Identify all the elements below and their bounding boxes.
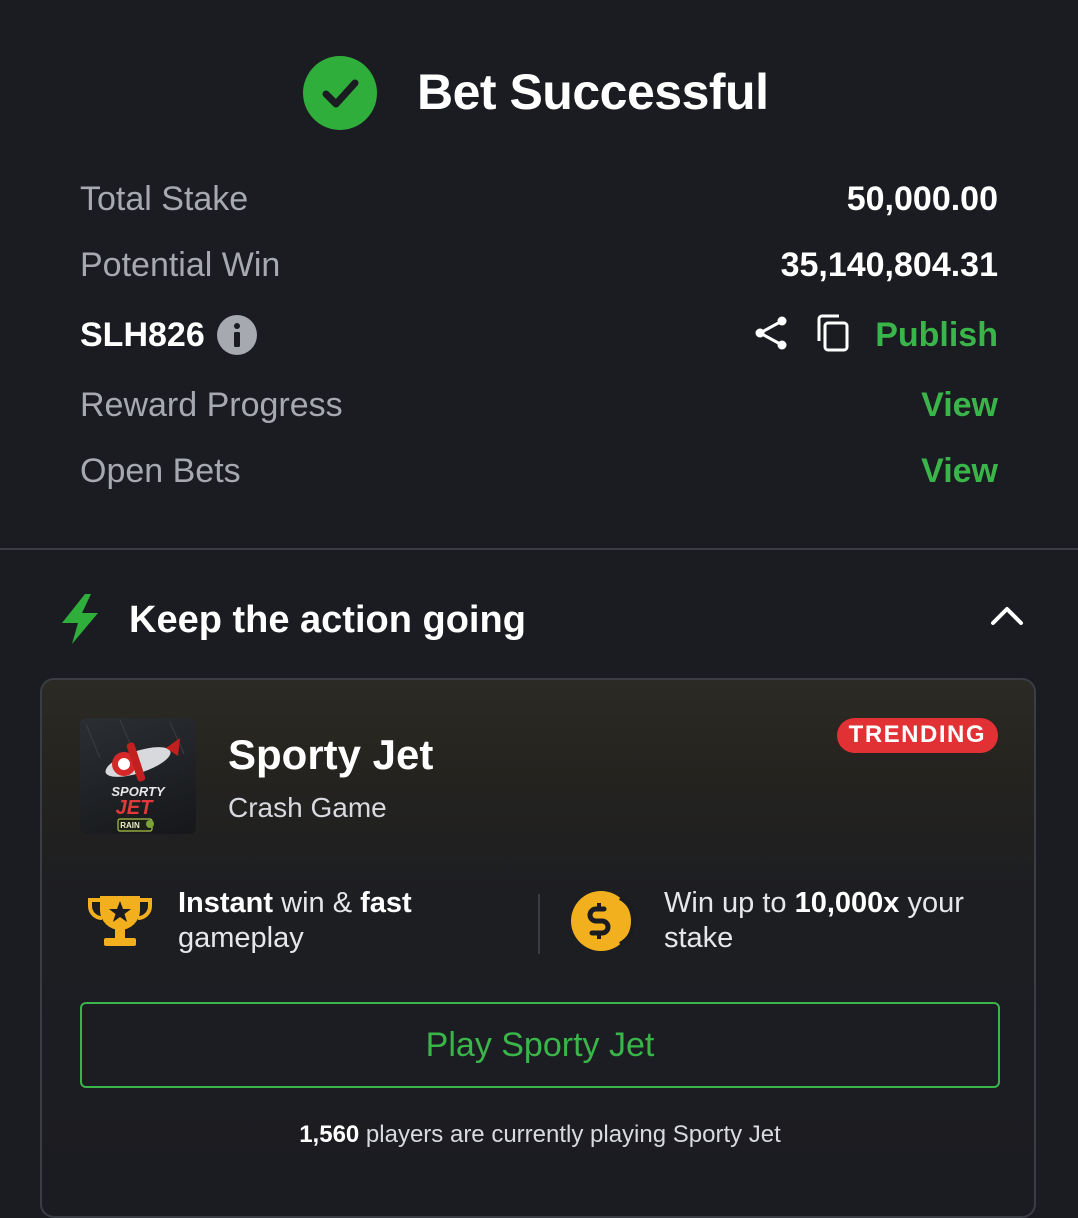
play-sporty-jet-button[interactable]: Play Sporty Jet bbox=[80, 1002, 1000, 1088]
booking-code: SLH826 bbox=[80, 315, 205, 354]
plane-logo-icon: SPORTY JET RAIN bbox=[85, 719, 185, 832]
sporty-jet-card: SPORTY JET RAIN Sporty Jet Crash Game TR… bbox=[40, 678, 1036, 1218]
chevron-up-icon[interactable] bbox=[990, 604, 1024, 631]
game-thumbnail[interactable]: SPORTY JET RAIN bbox=[80, 718, 196, 834]
feature2-text-pre: Win up to bbox=[664, 887, 795, 919]
open-bets-view-link[interactable]: View bbox=[921, 452, 998, 491]
players-count: 1,560 bbox=[299, 1121, 360, 1148]
booking-code-row: SLH826 Publish bbox=[80, 310, 998, 360]
page-title: Bet Successful bbox=[417, 64, 769, 120]
feature1-text-mid: win & bbox=[273, 887, 361, 919]
check-circle-icon bbox=[303, 56, 377, 130]
bet-success-header: Bet Successful bbox=[0, 52, 1078, 132]
open-bets-label: Open Bets bbox=[80, 451, 241, 490]
trophy-icon bbox=[86, 890, 154, 955]
feature2-text-post: your bbox=[899, 887, 964, 919]
potential-win-label: Potential Win bbox=[80, 245, 281, 284]
svg-text:JET: JET bbox=[116, 797, 154, 819]
feature1-text-tail: gameplay bbox=[178, 922, 304, 954]
publish-link[interactable]: Publish bbox=[875, 316, 998, 355]
feature-separator bbox=[538, 894, 540, 954]
trending-badge: TRENDING bbox=[836, 718, 998, 753]
info-icon[interactable] bbox=[216, 315, 257, 355]
total-stake-value: 50,000.00 bbox=[846, 179, 998, 218]
players-count-note: 1,560 players are currently playing Spor… bbox=[42, 1120, 1038, 1150]
booking-code-group: SLH826 bbox=[80, 315, 257, 355]
share-icon[interactable] bbox=[753, 314, 791, 357]
reward-progress-row: Reward Progress View bbox=[80, 380, 998, 430]
feature2-bold-multiplier: 10,000x bbox=[794, 887, 900, 919]
feature2-text-tail: stake bbox=[664, 922, 734, 954]
feature-instant-win: Instant win & fast gameplay bbox=[86, 886, 506, 966]
promo-section-header[interactable]: Keep the action going bbox=[58, 592, 1038, 648]
reward-progress-label: Reward Progress bbox=[80, 385, 343, 424]
feature1-bold-fast: fast bbox=[360, 887, 412, 919]
open-bets-row: Open Bets View bbox=[80, 446, 998, 496]
potential-win-row: Potential Win 35,140,804.31 bbox=[80, 240, 998, 290]
coin-icon bbox=[570, 890, 636, 957]
section-divider bbox=[0, 548, 1078, 550]
players-text: players are currently playing Sporty Jet bbox=[359, 1121, 781, 1148]
potential-win-value: 35,140,804.31 bbox=[780, 245, 998, 284]
lightning-bolt-icon bbox=[58, 592, 102, 651]
feature1-bold-instant: Instant bbox=[178, 887, 274, 919]
total-stake-label: Total Stake bbox=[80, 179, 249, 218]
game-category: Crash Game bbox=[228, 792, 387, 823]
game-title: Sporty Jet bbox=[228, 731, 434, 778]
copy-icon[interactable] bbox=[815, 313, 851, 358]
total-stake-row: Total Stake 50,000.00 bbox=[80, 174, 998, 224]
reward-progress-view-link[interactable]: View bbox=[921, 386, 998, 425]
feature-multiplier: Win up to 10,000x your stake bbox=[570, 886, 1010, 966]
section-title: Keep the action going bbox=[129, 599, 526, 641]
booking-actions: Publish bbox=[753, 313, 998, 358]
svg-text:RAIN: RAIN bbox=[120, 821, 140, 830]
